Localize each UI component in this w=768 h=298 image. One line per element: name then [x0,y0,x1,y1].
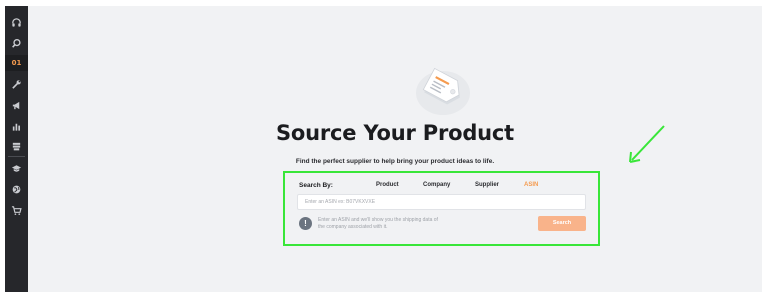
source-product-icon[interactable]: 01 [5,55,28,71]
megaphone-icon[interactable] [5,97,28,113]
source-product-label: 01 [11,59,22,67]
graduation-cap-icon[interactable] [5,160,28,176]
price-tag-icon [416,67,470,115]
bar-chart-icon[interactable] [5,118,28,134]
stack-icon[interactable] [5,138,28,154]
app-frame: 01 Source Your Product Find the perfect … [0,0,768,298]
cart-icon[interactable] [5,202,28,218]
asin-input[interactable]: Enter an ASIN ex: B07VKXVXE [297,194,586,210]
info-icon: ! [299,217,312,230]
sidebar: 01 [5,6,28,292]
globe-icon[interactable] [5,181,28,197]
tab-asin[interactable]: ASIN [524,182,538,188]
highlight-box: Search By: Product Company Supplier ASIN… [283,171,600,246]
wrench-icon[interactable] [5,76,28,92]
tab-supplier[interactable]: Supplier [475,182,499,188]
info-text: Enter an ASIN and we'll show you the shi… [318,217,438,230]
tab-product[interactable]: Product [376,182,399,188]
tab-company[interactable]: Company [423,182,450,188]
headset-icon[interactable] [5,14,28,30]
search-button[interactable]: Search [538,216,586,231]
main-content: Source Your Product Find the perfect sup… [28,6,762,292]
sidebar-divider [8,156,25,157]
annotation-arrow [629,125,665,163]
search-card: Search By: Product Company Supplier ASIN… [287,175,596,242]
search-icon[interactable] [5,35,28,51]
search-by-label: Search By: [299,182,333,189]
